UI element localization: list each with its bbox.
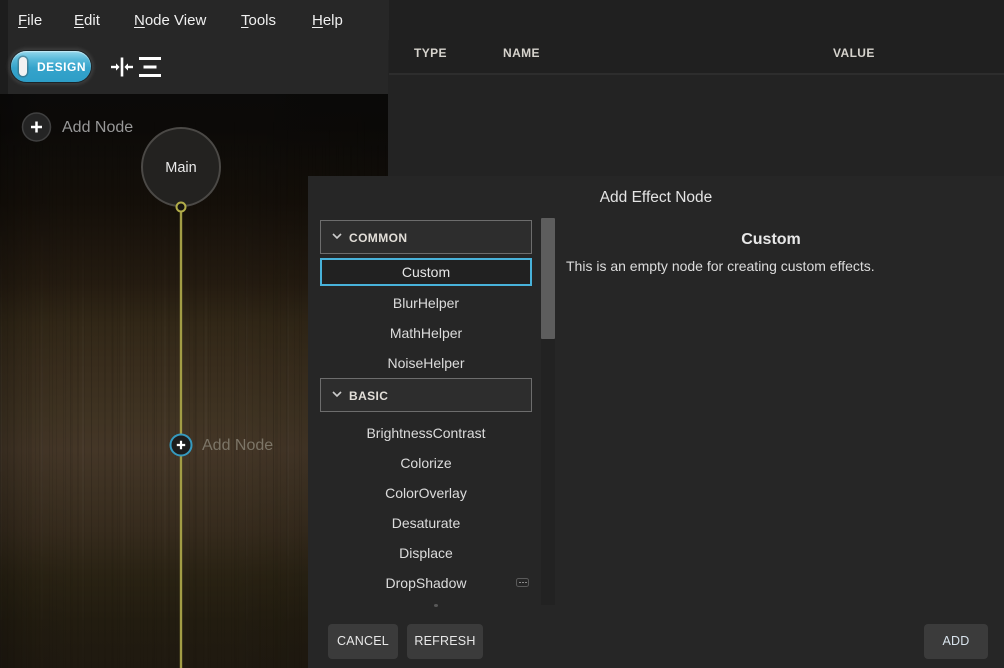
svg-text:Add Node: Add Node xyxy=(62,119,133,136)
svg-text:Add Node: Add Node xyxy=(202,437,273,454)
svg-text:Main: Main xyxy=(165,160,196,176)
